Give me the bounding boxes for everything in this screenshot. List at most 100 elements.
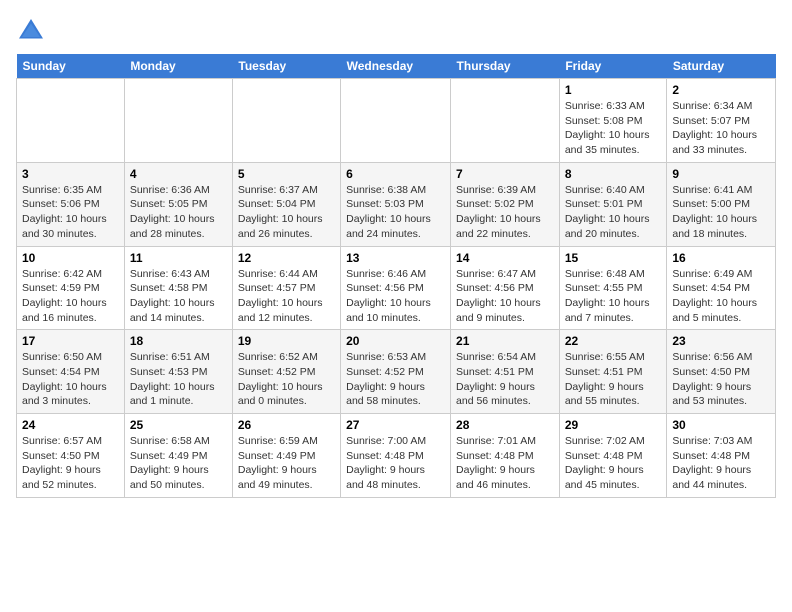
calendar-cell: 16 Sunrise: 6:49 AM Sunset: 4:54 PM Dayli… (667, 246, 776, 330)
calendar-cell: 5Sunrise: 6:37 AM Sunset: 5:04 PM Daylig… (232, 162, 340, 246)
calendar-cell: 10 Sunrise: 6:42 AM Sunset: 4:59 PM Dayli… (17, 246, 125, 330)
weekday-header: Saturday (667, 54, 776, 79)
day-number: 24 (22, 418, 119, 432)
calendar-cell (451, 79, 560, 163)
day-number: 12 (238, 251, 335, 265)
day-number: 8 (565, 167, 662, 181)
day-number: 4 (130, 167, 227, 181)
day-info: Sunrise: 6:42 AM Sunset: 4:59 PM Dayligh… (22, 267, 119, 326)
day-info: Sunrise: 6:56 AM Sunset: 4:50 PM Dayligh… (672, 350, 770, 409)
day-number: 30 (672, 418, 770, 432)
day-info: Sunrise: 6:50 AM Sunset: 4:54 PM Dayligh… (22, 350, 119, 409)
day-number: 18 (130, 334, 227, 348)
calendar-week-row: 1 Sunrise: 6:33 AM Sunset: 5:08 PM Daylig… (17, 79, 776, 163)
day-info: Sunrise: 6:48 AM Sunset: 4:55 PM Dayligh… (565, 267, 662, 326)
day-info: Sunrise: 6:49 AM Sunset: 4:54 PM Dayligh… (672, 267, 770, 326)
day-number: 15 (565, 251, 662, 265)
calendar-week-row: 3Sunrise: 6:35 AM Sunset: 5:06 PM Daylig… (17, 162, 776, 246)
weekday-header: Thursday (451, 54, 560, 79)
weekday-header: Wednesday (341, 54, 451, 79)
day-info: Sunrise: 6:38 AM Sunset: 5:03 PM Dayligh… (346, 183, 445, 242)
day-info: Sunrise: 6:47 AM Sunset: 4:56 PM Dayligh… (456, 267, 554, 326)
calendar-table: SundayMondayTuesdayWednesdayThursdayFrid… (16, 54, 776, 498)
calendar-cell: 7Sunrise: 6:39 AM Sunset: 5:02 PM Daylig… (451, 162, 560, 246)
day-info: Sunrise: 6:52 AM Sunset: 4:52 PM Dayligh… (238, 350, 335, 409)
calendar-cell (341, 79, 451, 163)
weekday-header: Tuesday (232, 54, 340, 79)
day-info: Sunrise: 6:55 AM Sunset: 4:51 PM Dayligh… (565, 350, 662, 409)
day-info: Sunrise: 7:01 AM Sunset: 4:48 PM Dayligh… (456, 434, 554, 493)
calendar-week-row: 17 Sunrise: 6:50 AM Sunset: 4:54 PM Dayli… (17, 330, 776, 414)
day-number: 26 (238, 418, 335, 432)
calendar-cell: 26 Sunrise: 6:59 AM Sunset: 4:49 PM Dayli… (232, 414, 340, 498)
day-number: 10 (22, 251, 119, 265)
day-info: Sunrise: 6:33 AM Sunset: 5:08 PM Dayligh… (565, 99, 662, 158)
day-number: 27 (346, 418, 445, 432)
calendar-cell: 23Sunrise: 6:56 AM Sunset: 4:50 PM Dayli… (667, 330, 776, 414)
day-number: 2 (672, 83, 770, 97)
day-info: Sunrise: 6:35 AM Sunset: 5:06 PM Dayligh… (22, 183, 119, 242)
calendar-cell: 21 Sunrise: 6:54 AM Sunset: 4:51 PM Dayli… (451, 330, 560, 414)
day-number: 29 (565, 418, 662, 432)
calendar-cell: 13Sunrise: 6:46 AM Sunset: 4:56 PM Dayli… (341, 246, 451, 330)
day-info: Sunrise: 6:58 AM Sunset: 4:49 PM Dayligh… (130, 434, 227, 493)
day-info: Sunrise: 6:34 AM Sunset: 5:07 PM Dayligh… (672, 99, 770, 158)
day-info: Sunrise: 6:54 AM Sunset: 4:51 PM Dayligh… (456, 350, 554, 409)
day-number: 1 (565, 83, 662, 97)
calendar-cell (17, 79, 125, 163)
day-info: Sunrise: 6:41 AM Sunset: 5:00 PM Dayligh… (672, 183, 770, 242)
calendar-cell: 27 Sunrise: 7:00 AM Sunset: 4:48 PM Dayli… (341, 414, 451, 498)
calendar-cell: 18 Sunrise: 6:51 AM Sunset: 4:53 PM Dayli… (124, 330, 232, 414)
calendar-cell: 1 Sunrise: 6:33 AM Sunset: 5:08 PM Daylig… (559, 79, 667, 163)
calendar-cell: 4 Sunrise: 6:36 AM Sunset: 5:05 PM Daylig… (124, 162, 232, 246)
calendar-cell: 17 Sunrise: 6:50 AM Sunset: 4:54 PM Dayli… (17, 330, 125, 414)
day-number: 5 (238, 167, 335, 181)
day-number: 20 (346, 334, 445, 348)
day-number: 17 (22, 334, 119, 348)
calendar-cell: 6 Sunrise: 6:38 AM Sunset: 5:03 PM Daylig… (341, 162, 451, 246)
day-number: 7 (456, 167, 554, 181)
page-header (16, 16, 776, 46)
calendar-cell: 24 Sunrise: 6:57 AM Sunset: 4:50 PM Dayli… (17, 414, 125, 498)
day-info: Sunrise: 6:53 AM Sunset: 4:52 PM Dayligh… (346, 350, 445, 409)
calendar-cell: 15 Sunrise: 6:48 AM Sunset: 4:55 PM Dayli… (559, 246, 667, 330)
logo (16, 16, 50, 46)
day-info: Sunrise: 7:03 AM Sunset: 4:48 PM Dayligh… (672, 434, 770, 493)
calendar-cell: 22 Sunrise: 6:55 AM Sunset: 4:51 PM Dayli… (559, 330, 667, 414)
calendar-cell: 8Sunrise: 6:40 AM Sunset: 5:01 PM Daylig… (559, 162, 667, 246)
day-info: Sunrise: 6:46 AM Sunset: 4:56 PM Dayligh… (346, 267, 445, 326)
day-number: 9 (672, 167, 770, 181)
calendar-cell: 2 Sunrise: 6:34 AM Sunset: 5:07 PM Daylig… (667, 79, 776, 163)
logo-icon (16, 16, 46, 46)
day-number: 16 (672, 251, 770, 265)
calendar-cell (124, 79, 232, 163)
weekday-header: Sunday (17, 54, 125, 79)
calendar-cell: 28 Sunrise: 7:01 AM Sunset: 4:48 PM Dayli… (451, 414, 560, 498)
day-number: 14 (456, 251, 554, 265)
calendar-cell: 29 Sunrise: 7:02 AM Sunset: 4:48 PM Dayli… (559, 414, 667, 498)
day-number: 21 (456, 334, 554, 348)
calendar-cell: 12Sunrise: 6:44 AM Sunset: 4:57 PM Dayli… (232, 246, 340, 330)
day-info: Sunrise: 6:36 AM Sunset: 5:05 PM Dayligh… (130, 183, 227, 242)
day-info: Sunrise: 6:59 AM Sunset: 4:49 PM Dayligh… (238, 434, 335, 493)
calendar-cell: 19 Sunrise: 6:52 AM Sunset: 4:52 PM Dayli… (232, 330, 340, 414)
day-info: Sunrise: 6:51 AM Sunset: 4:53 PM Dayligh… (130, 350, 227, 409)
weekday-header: Monday (124, 54, 232, 79)
day-number: 25 (130, 418, 227, 432)
calendar-cell: 25 Sunrise: 6:58 AM Sunset: 4:49 PM Dayli… (124, 414, 232, 498)
day-number: 6 (346, 167, 445, 181)
day-info: Sunrise: 6:43 AM Sunset: 4:58 PM Dayligh… (130, 267, 227, 326)
calendar-cell (232, 79, 340, 163)
day-number: 11 (130, 251, 227, 265)
calendar-cell: 11 Sunrise: 6:43 AM Sunset: 4:58 PM Dayli… (124, 246, 232, 330)
day-number: 19 (238, 334, 335, 348)
day-info: Sunrise: 7:00 AM Sunset: 4:48 PM Dayligh… (346, 434, 445, 493)
calendar-cell: 14 Sunrise: 6:47 AM Sunset: 4:56 PM Dayli… (451, 246, 560, 330)
day-number: 28 (456, 418, 554, 432)
day-number: 22 (565, 334, 662, 348)
day-info: Sunrise: 6:57 AM Sunset: 4:50 PM Dayligh… (22, 434, 119, 493)
calendar-cell: 20 Sunrise: 6:53 AM Sunset: 4:52 PM Dayli… (341, 330, 451, 414)
day-info: Sunrise: 7:02 AM Sunset: 4:48 PM Dayligh… (565, 434, 662, 493)
calendar-week-row: 24 Sunrise: 6:57 AM Sunset: 4:50 PM Dayli… (17, 414, 776, 498)
calendar-cell: 9 Sunrise: 6:41 AM Sunset: 5:00 PM Daylig… (667, 162, 776, 246)
